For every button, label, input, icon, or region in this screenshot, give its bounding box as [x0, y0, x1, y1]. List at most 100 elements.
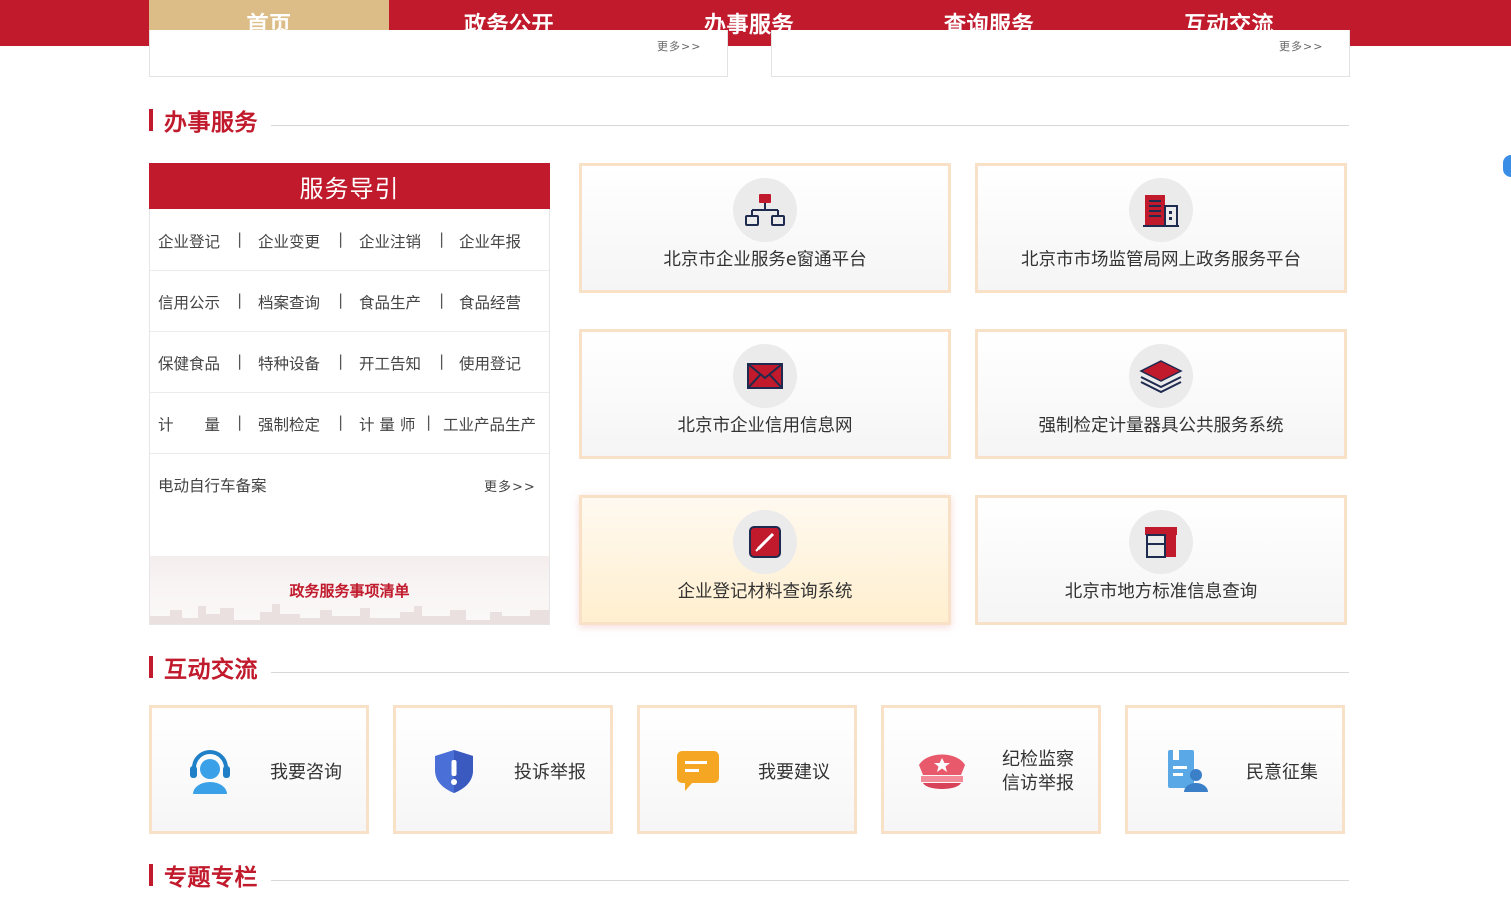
card-discipline-report[interactable]: 纪检监察 信访举报	[881, 705, 1101, 834]
section-heading-special: 专题专栏	[149, 861, 1349, 891]
separator: |	[439, 352, 445, 370]
card-label: 我要建议	[758, 762, 830, 783]
prev-card-left: 更多>>	[149, 30, 728, 77]
guide-link[interactable]: 强制检定	[258, 413, 320, 435]
icon-circle	[1129, 178, 1193, 242]
scroll-indicator[interactable]	[1503, 155, 1511, 177]
separator: |	[338, 352, 344, 370]
card-suggestion[interactable]: 我要建议	[637, 705, 857, 834]
more-link[interactable]: 更多>>	[657, 38, 701, 54]
heading-bar	[149, 109, 153, 131]
icon-circle	[1129, 510, 1193, 574]
section-title: 专题专栏	[164, 865, 258, 891]
tile-label: 强制检定计量器具公共服务系统	[1038, 416, 1284, 436]
service-list-link[interactable]: 政务服务事项清单	[150, 580, 549, 601]
separator: |	[338, 230, 344, 248]
separator: |	[237, 413, 243, 431]
tile-local-standards[interactable]: 北京市地方标准信息查询	[975, 495, 1347, 625]
separator: |	[237, 291, 243, 309]
card-label: 纪检监察 信访举报	[1002, 748, 1074, 796]
police-cap-icon	[919, 754, 965, 789]
guide-link[interactable]: 计 量 师	[359, 413, 415, 435]
section-title: 办事服务	[164, 110, 258, 136]
heading-bar	[149, 864, 153, 886]
edit-icon	[749, 526, 781, 558]
org-chart-icon	[745, 194, 785, 226]
card-label: 投诉举报	[514, 762, 586, 783]
guide-link[interactable]: 档案查询	[258, 291, 320, 313]
icon-circle	[1129, 344, 1193, 408]
tile-label: 北京市企业信用信息网	[677, 416, 853, 436]
guide-row: 保健食品 | 特种设备 | 开工告知 | 使用登记	[150, 331, 549, 393]
guide-link[interactable]: 企业注销	[359, 230, 421, 252]
guide-row: 企业登记 | 企业变更 | 企业注销 | 企业年报	[150, 209, 549, 271]
icon-wrap	[912, 744, 972, 798]
guide-link[interactable]: 计 量	[158, 413, 220, 435]
card-label-line: 纪检监察	[1002, 749, 1074, 770]
card-complaint[interactable]: 投诉举报	[393, 705, 613, 834]
more-link[interactable]: 更多>>	[1279, 38, 1323, 54]
icon-circle	[733, 344, 797, 408]
icon-wrap	[180, 744, 240, 798]
guide-row: 信用公示 | 档案查询 | 食品生产 | 食品经营	[150, 270, 549, 332]
guide-link[interactable]: 企业变更	[258, 230, 320, 252]
separator: |	[426, 413, 432, 431]
tile-metrology-system[interactable]: 强制检定计量器具公共服务系统	[975, 329, 1347, 459]
section-heading-service: 办事服务	[149, 106, 1349, 136]
tile-label: 北京市地方标准信息查询	[1064, 582, 1258, 602]
service-list-banner[interactable]: 政务服务事项清单	[150, 556, 549, 624]
separator: |	[439, 291, 445, 309]
guide-link[interactable]: 特种设备	[258, 352, 320, 374]
guide-more-link[interactable]: 更多>>	[484, 476, 536, 495]
service-guide-title: 服务导引	[149, 163, 550, 209]
tile-online-gov-platform[interactable]: 北京市市场监管局网上政务服务平台	[975, 163, 1347, 293]
customer-service-icon	[190, 750, 230, 794]
guide-row: 电动自行车备案 更多>>	[150, 453, 549, 514]
tile-credit-info-network[interactable]: 北京市企业信用信息网	[579, 329, 951, 459]
envelope-icon	[747, 363, 783, 389]
separator: |	[338, 413, 344, 431]
guide-link[interactable]: 开工告知	[359, 352, 421, 374]
guide-link[interactable]: 企业年报	[459, 230, 521, 252]
icon-wrap	[424, 744, 484, 798]
card-public-opinion[interactable]: 民意征集	[1125, 705, 1345, 834]
icon-wrap	[1156, 744, 1216, 798]
heading-divider	[271, 880, 1349, 881]
guide-link[interactable]: 食品经营	[459, 291, 521, 313]
guide-link[interactable]: 食品生产	[359, 291, 421, 313]
card-consult[interactable]: 我要咨询	[149, 705, 369, 834]
heading-bar	[149, 656, 153, 678]
kiosk-icon	[1145, 527, 1177, 558]
service-guide-panel: 服务导引 企业登记 | 企业变更 | 企业注销 | 企业年报 信用公示 | 档案…	[149, 163, 550, 625]
building-icon	[1143, 195, 1179, 227]
guide-link[interactable]: 保健食品	[158, 352, 220, 374]
guide-row: 计 量 | 强制检定 | 计 量 师 | 工业产品生产	[150, 392, 549, 454]
layers-icon	[1139, 360, 1183, 394]
guide-link[interactable]: 信用公示	[158, 291, 220, 313]
tile-enterprise-e-window[interactable]: 北京市企业服务e窗通平台	[579, 163, 951, 293]
guide-link[interactable]: 使用登记	[459, 352, 521, 374]
guide-link[interactable]: 工业产品生产	[443, 413, 536, 435]
survey-person-icon	[1168, 750, 1208, 792]
tile-registration-query[interactable]: 企业登记材料查询系统	[579, 495, 951, 625]
tile-label: 企业登记材料查询系统	[677, 582, 853, 602]
card-label-line: 信访举报	[1002, 773, 1074, 794]
section-title: 互动交流	[164, 657, 258, 683]
tile-label: 北京市企业服务e窗通平台	[663, 250, 867, 270]
separator: |	[439, 230, 445, 248]
separator: |	[338, 291, 344, 309]
guide-link[interactable]: 电动自行车备案	[158, 474, 267, 496]
guide-link[interactable]: 企业登记	[158, 230, 220, 252]
prev-card-right: 更多>>	[771, 30, 1350, 77]
card-label: 民意征集	[1246, 762, 1318, 783]
section-heading-interaction: 互动交流	[149, 653, 1349, 683]
chat-bubble-icon	[677, 751, 719, 791]
shield-alert-icon	[435, 750, 473, 793]
heading-divider	[271, 672, 1349, 673]
icon-circle	[733, 510, 797, 574]
heading-divider	[271, 125, 1349, 126]
tile-label: 北京市市场监管局网上政务服务平台	[1021, 250, 1301, 270]
icon-wrap	[668, 744, 728, 798]
card-label: 我要咨询	[270, 762, 342, 783]
separator: |	[237, 230, 243, 248]
